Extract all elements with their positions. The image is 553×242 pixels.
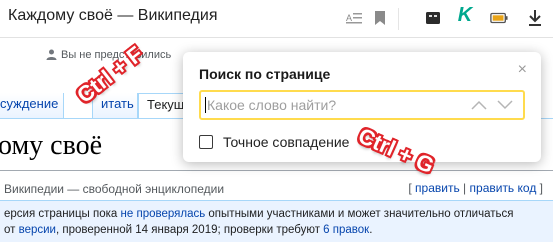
page-title: ому своё bbox=[0, 130, 103, 161]
version-link[interactable]: версии bbox=[19, 224, 56, 236]
tab-discussion[interactable]: суждение bbox=[0, 93, 64, 118]
not-checked-link[interactable]: не проверялась bbox=[121, 208, 206, 220]
browser-toolbar: Каждому своё — Википедия A K bbox=[0, 0, 553, 38]
exact-match-label: Точное совпадение bbox=[223, 134, 350, 150]
svg-text:A: A bbox=[346, 13, 352, 23]
heading-divider bbox=[0, 170, 553, 171]
find-search-input[interactable] bbox=[207, 94, 463, 116]
edit-links-separator: | bbox=[459, 181, 470, 195]
window-title: Каждому своё — Википедия bbox=[8, 7, 218, 24]
bookmark-icon[interactable] bbox=[371, 9, 389, 27]
close-icon[interactable]: × bbox=[518, 61, 527, 79]
exact-match-checkbox[interactable] bbox=[199, 135, 213, 149]
notice-text: ерсия страницы пока bbox=[4, 208, 121, 220]
edit-links-close-bracket: ] bbox=[536, 181, 543, 195]
from-wikipedia-tagline: Википедии — свободной энциклопедии bbox=[4, 182, 225, 196]
extension-icon[interactable] bbox=[424, 9, 442, 27]
notice-text: . bbox=[369, 224, 373, 236]
toolbar-separator bbox=[398, 8, 399, 30]
exact-match-option[interactable]: Точное совпадение bbox=[199, 134, 349, 150]
edit-code-link[interactable]: править код bbox=[470, 181, 537, 195]
chevron-up-icon[interactable] bbox=[469, 96, 489, 114]
tab-current-version[interactable]: Текущ bbox=[138, 93, 186, 119]
download-icon[interactable] bbox=[526, 9, 544, 27]
kaspersky-icon[interactable]: K bbox=[456, 4, 474, 26]
find-popup-title: Поиск по странице bbox=[199, 66, 331, 82]
notice-line-2: от версии, проверенной 14 января 2019; п… bbox=[4, 222, 553, 238]
notice-text: , проверенной 14 января 2019; проверки т… bbox=[55, 224, 324, 236]
reader-mode-icon[interactable]: A bbox=[345, 9, 363, 27]
notice-text: от bbox=[4, 224, 19, 236]
notice-text: опытными участниками и может значительно… bbox=[205, 208, 514, 220]
chevron-down-icon[interactable] bbox=[495, 96, 515, 114]
notice-line-1: ерсия страницы пока не проверялась опытн… bbox=[4, 206, 553, 222]
unreviewed-version-notice: ерсия страницы пока не проверялась опытн… bbox=[0, 200, 553, 242]
edit-link[interactable]: править bbox=[415, 181, 460, 195]
find-input-box[interactable] bbox=[199, 90, 525, 120]
battery-icon[interactable] bbox=[490, 9, 508, 27]
text-caret bbox=[205, 97, 206, 113]
edit-links: [ править | править код ] bbox=[408, 181, 543, 195]
user-icon bbox=[46, 49, 57, 63]
pending-edits-link[interactable]: 6 правок bbox=[323, 224, 369, 236]
